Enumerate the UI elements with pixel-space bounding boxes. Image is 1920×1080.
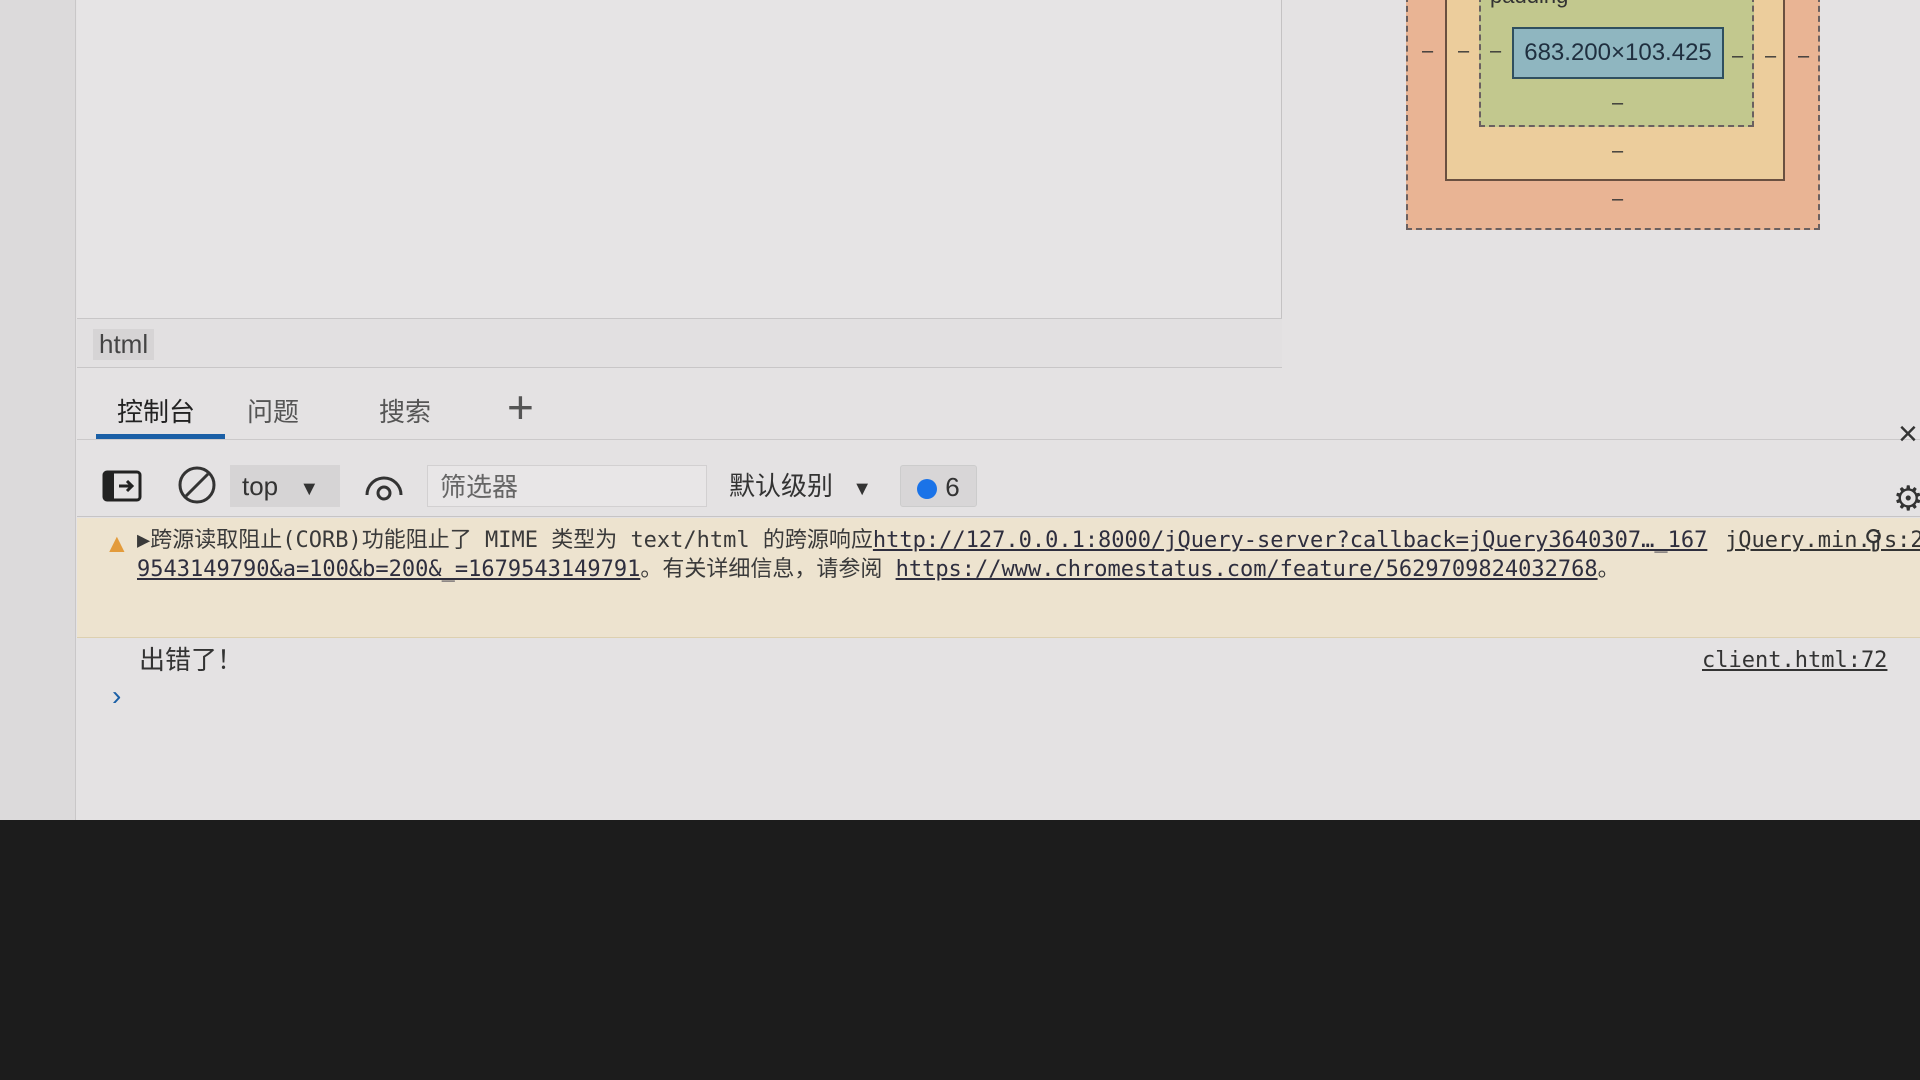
live-expression-eye-icon[interactable] xyxy=(364,465,404,507)
warning-message[interactable]: ▶跨源读取阻止(CORB)功能阻止了 MIME 类型为 text/html 的跨… xyxy=(137,526,1709,584)
context-selector[interactable]: top ▼ xyxy=(230,465,340,507)
margin-bottom-value[interactable]: – xyxy=(1612,188,1623,210)
clear-console-icon[interactable] xyxy=(177,465,217,507)
filter-input[interactable]: 筛选器 xyxy=(427,465,707,507)
tab-issues[interactable]: 问题 xyxy=(247,392,299,429)
drawer-tabbar: 控制台 问题 搜索 + xyxy=(77,380,1920,440)
margin-right-value[interactable]: – xyxy=(1798,45,1809,67)
log-message: 出错了！ xyxy=(139,645,244,675)
search-icon[interactable]: ⚲ xyxy=(1864,524,1883,555)
box-model-content[interactable]: 683.200×103.425 xyxy=(1512,27,1724,79)
add-tab-button[interactable]: + xyxy=(507,380,534,434)
console-message-log: 出错了！ client.html:72 xyxy=(77,638,1920,680)
chevron-down-icon: ▼ xyxy=(852,478,873,500)
console-toolbar: top ▼ 筛选器 默认级别 ▼ 6 xyxy=(77,455,1920,517)
expand-triangle-icon[interactable]: ▶ xyxy=(137,528,150,553)
tab-console[interactable]: 控制台 xyxy=(117,392,195,429)
box-model-label: padding xyxy=(1490,0,1568,8)
border-bottom-value[interactable]: – xyxy=(1612,140,1623,162)
left-gutter xyxy=(0,0,76,820)
log-level-dropdown[interactable]: 默认级别 ▼ xyxy=(729,465,879,507)
settings-gear-icon[interactable]: ⚙ xyxy=(1893,479,1920,519)
context-value: top xyxy=(242,471,279,501)
breadcrumb-html[interactable]: html xyxy=(93,329,155,360)
chevron-down-icon: ▼ xyxy=(299,478,320,500)
console-message-warning: ▲ ▶跨源读取阻止(CORB)功能阻止了 MIME 类型为 text/html … xyxy=(77,518,1920,638)
padding-right-value[interactable]: – xyxy=(1732,45,1743,67)
warning-icon: ▲ xyxy=(104,528,130,558)
active-tab-indicator xyxy=(96,434,225,439)
sidebar-toggle-icon[interactable] xyxy=(102,465,142,507)
warning-middle: 。有关详细信息，请参阅 xyxy=(640,557,896,582)
warning-prefix: 跨源读取阻止(CORB)功能阻止了 MIME 类型为 text/html 的跨源… xyxy=(150,528,873,553)
log-source-link[interactable]: client.html:72 xyxy=(1702,648,1887,673)
tab-search[interactable]: 搜索 xyxy=(379,392,431,429)
margin-left-value[interactable]: – xyxy=(1422,40,1433,62)
console-prompt[interactable]: › xyxy=(112,680,121,712)
breadcrumb: html xyxy=(77,318,1282,368)
issues-count: 6 xyxy=(945,472,960,502)
screen: html padding – – – – – – – – – 683.200×1… xyxy=(0,0,1920,820)
chromestatus-link[interactable]: https://www.chromestatus.com/feature/562… xyxy=(896,557,1598,582)
border-right-value[interactable]: – xyxy=(1765,45,1776,67)
close-drawer-icon[interactable]: × xyxy=(1898,415,1918,454)
elements-panel xyxy=(77,0,1282,330)
issues-counter-button[interactable]: 6 xyxy=(900,465,977,507)
warning-source-link[interactable]: jQuery.min.js:2 xyxy=(1725,528,1920,553)
padding-left-value[interactable]: – xyxy=(1490,40,1501,62)
warning-suffix: 。 xyxy=(1597,557,1620,582)
padding-bottom-value[interactable]: – xyxy=(1612,92,1623,114)
log-level-value: 默认级别 xyxy=(729,471,834,501)
border-left-value[interactable]: – xyxy=(1458,40,1469,62)
message-icon xyxy=(917,479,938,500)
